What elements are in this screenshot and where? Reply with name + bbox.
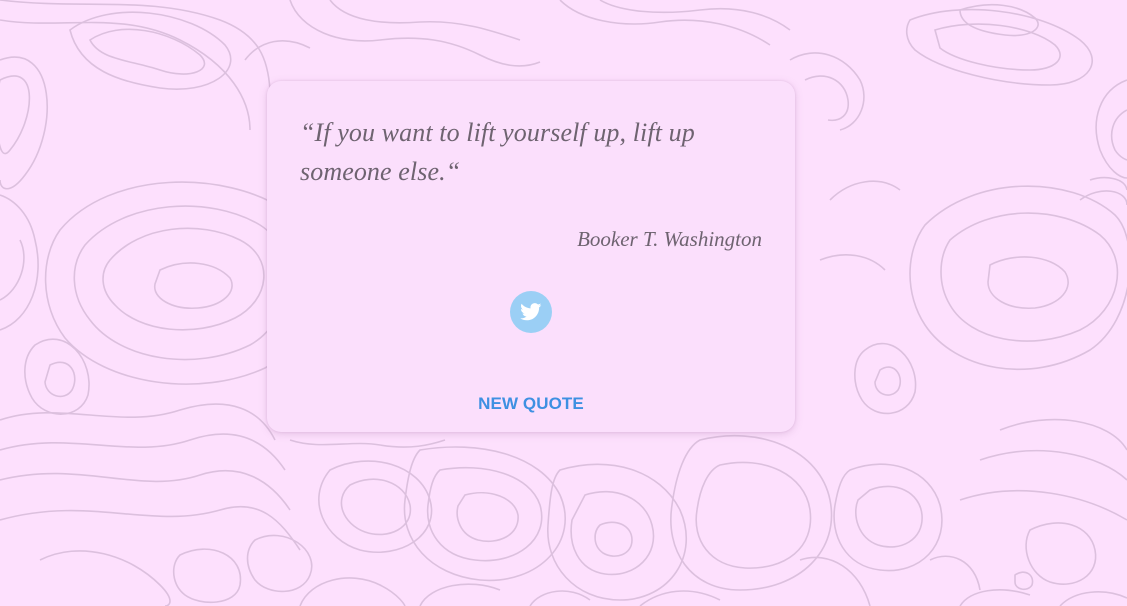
tweet-button[interactable]	[510, 291, 552, 333]
quote-author: Booker T. Washington	[577, 227, 762, 251]
new-quote-button[interactable]: NEW QUOTE	[461, 394, 601, 414]
quote-text: “If you want to lift yourself up, lift u…	[300, 118, 695, 186]
twitter-icon	[520, 303, 542, 321]
quote-card: “If you want to lift yourself up, lift u…	[267, 81, 795, 432]
